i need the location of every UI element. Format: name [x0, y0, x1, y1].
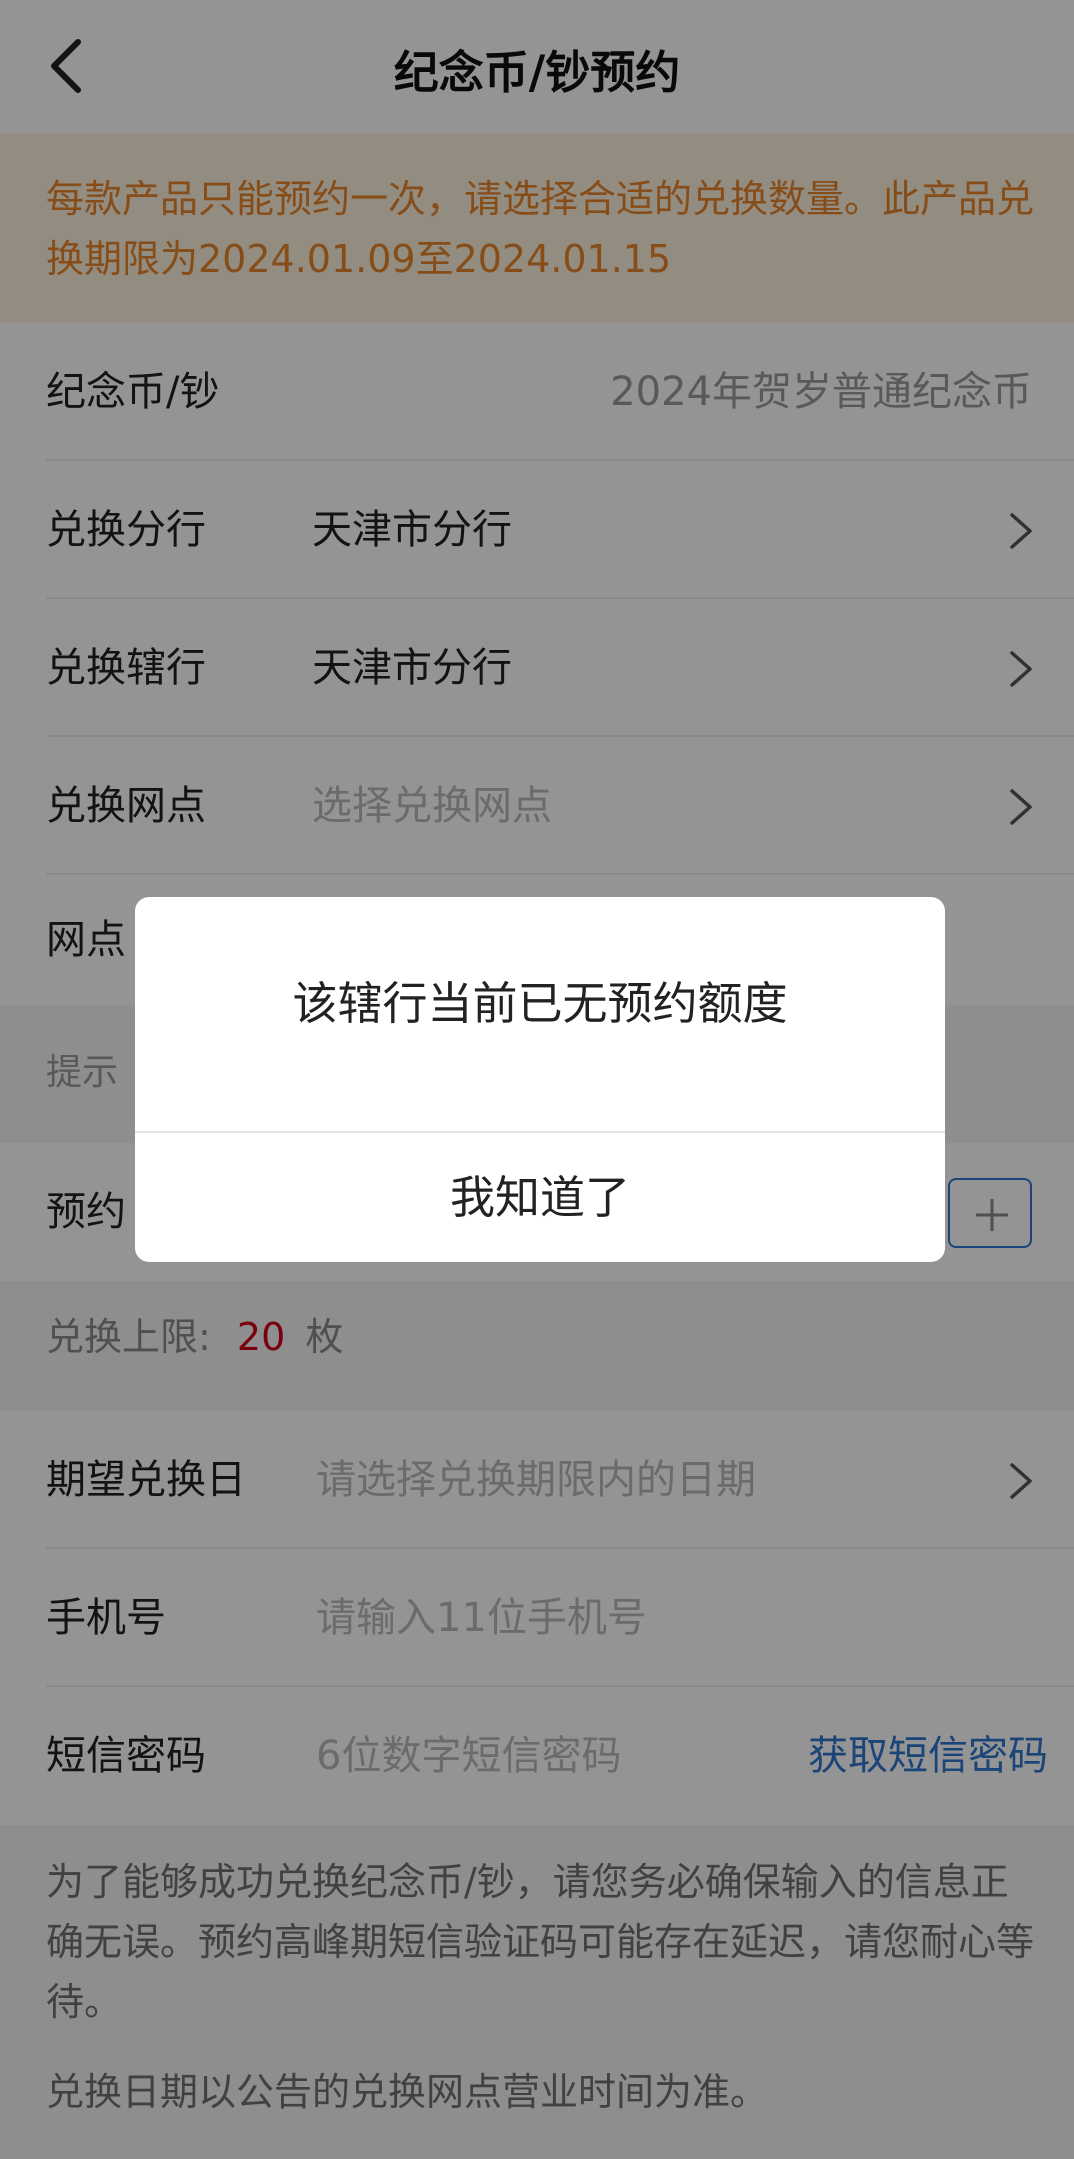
dialog-message: 该辖行当前已无预约额度: [292, 977, 788, 1030]
alert-dialog: 该辖行当前已无预约额度 我知道了: [135, 897, 945, 1262]
dialog-confirm-button[interactable]: 我知道了: [135, 1133, 945, 1262]
